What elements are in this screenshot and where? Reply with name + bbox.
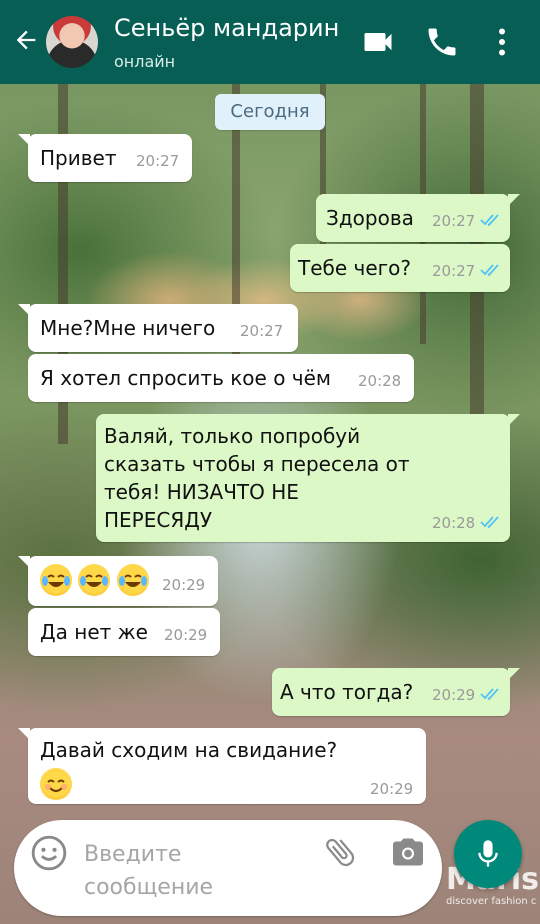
message-input[interactable]: Введите сообщение bbox=[84, 838, 213, 904]
read-receipt-icon bbox=[480, 264, 499, 277]
watermark-tagline: discover fashion c bbox=[446, 896, 537, 907]
contact-status: онлайн bbox=[114, 52, 176, 71]
placeholder-line: Введите bbox=[84, 842, 182, 867]
attach-icon[interactable] bbox=[322, 834, 358, 870]
message-incoming[interactable]: Да нет же 20:29 bbox=[28, 608, 220, 656]
message-time: 20:28 bbox=[432, 514, 476, 532]
message-text: Давай сходим на свидание? bbox=[40, 738, 338, 762]
message-time: 20:29 bbox=[164, 626, 208, 644]
contact-avatar[interactable] bbox=[46, 16, 98, 68]
message-time: 20:27 bbox=[432, 212, 476, 230]
message-time: 20:27 bbox=[432, 262, 476, 280]
message-text: Да нет же bbox=[40, 620, 148, 644]
message-text: Здорова bbox=[326, 206, 414, 230]
camera-icon[interactable] bbox=[390, 834, 426, 870]
message-incoming[interactable]: Мне?Мне ничего 20:27 bbox=[18, 304, 298, 352]
message-outgoing[interactable]: А что тогда? 20:29 bbox=[272, 668, 520, 716]
message-time: 20:28 bbox=[358, 372, 402, 390]
message-outgoing[interactable]: Валяй, только попробуй сказать чтобы я п… bbox=[96, 414, 520, 542]
message-incoming[interactable]: Давай сходим на свидание? 20:29 bbox=[18, 728, 426, 804]
face-with-tears-of-joy-icon bbox=[116, 564, 149, 596]
back-arrow-icon[interactable] bbox=[12, 26, 40, 54]
message-incoming[interactable]: Я хотел спросить кое о чём 20:28 bbox=[28, 354, 414, 402]
message-outgoing[interactable]: Тебе чего? 20:27 bbox=[290, 244, 510, 292]
message-time: 20:27 bbox=[136, 152, 180, 170]
face-with-tears-of-joy-icon bbox=[40, 564, 72, 596]
message-text: Привет bbox=[40, 146, 117, 170]
read-receipt-icon bbox=[480, 516, 499, 529]
message-text: А что тогда? bbox=[280, 680, 414, 704]
message-incoming[interactable]: 20:29 bbox=[18, 556, 218, 606]
read-receipt-icon bbox=[480, 214, 499, 227]
message-incoming[interactable]: Привет 20:27 bbox=[18, 134, 192, 182]
more-options-icon[interactable] bbox=[484, 24, 520, 60]
read-receipt-icon bbox=[480, 688, 499, 701]
face-with-tears-of-joy-icon bbox=[78, 564, 111, 596]
message-text-line: ПЕРЕСЯДУ bbox=[104, 508, 213, 532]
smiling-face-with-smiling-eyes-icon bbox=[40, 768, 72, 800]
message-time: 20:29 bbox=[432, 686, 476, 704]
date-chip: Сегодня bbox=[215, 94, 325, 130]
message-time: 20:29 bbox=[162, 576, 206, 594]
message-text: Я хотел спросить кое о чём bbox=[40, 366, 331, 390]
placeholder-line: сообщение bbox=[84, 875, 214, 900]
message-time: 20:27 bbox=[240, 322, 284, 340]
message-text: Мне?Мне ничего bbox=[40, 316, 216, 340]
voice-message-button[interactable] bbox=[454, 820, 522, 888]
message-text-line: Валяй, только попробуй bbox=[104, 424, 361, 448]
microphone-icon bbox=[478, 840, 498, 867]
chat-header: Сеньёр мандарин онлайн bbox=[0, 0, 540, 84]
message-text: Тебе чего? bbox=[298, 256, 411, 280]
contact-name[interactable]: Сеньёр мандарин bbox=[114, 14, 339, 42]
message-text-line: тебя! НИЗАЧТО НЕ bbox=[104, 480, 299, 504]
message-input-bar[interactable]: Введите сообщение bbox=[14, 820, 442, 916]
video-call-icon[interactable] bbox=[360, 24, 396, 60]
message-text-line: сказать чтобы я пересела от bbox=[104, 452, 410, 476]
emoji-icon[interactable] bbox=[30, 834, 68, 872]
message-time: 20:29 bbox=[370, 780, 414, 798]
message-outgoing[interactable]: Здорова 20:27 bbox=[316, 194, 520, 242]
voice-call-icon[interactable] bbox=[424, 24, 460, 60]
